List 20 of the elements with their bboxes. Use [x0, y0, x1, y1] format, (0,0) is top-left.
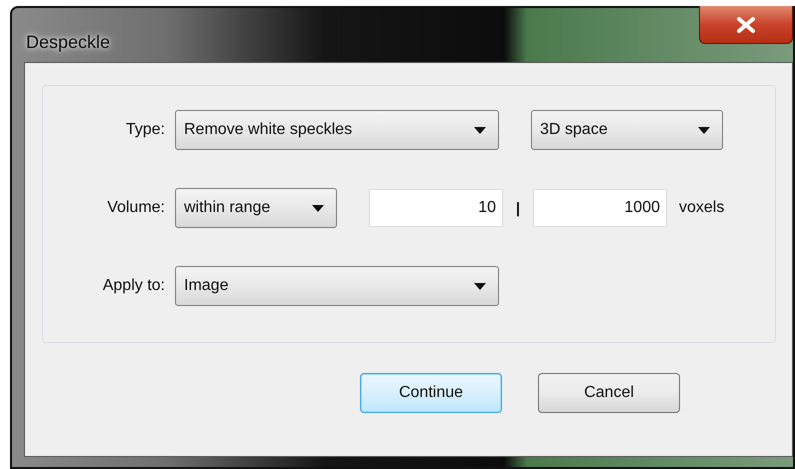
caret-icon — [474, 282, 486, 290]
field-label: Type: — [124, 121, 166, 139]
continue-button[interactable]: Continue — [360, 373, 502, 413]
dropdown[interactable]: Remove white speckles — [175, 110, 499, 150]
window-title: Despeckle — [26, 32, 110, 53]
dropdown[interactable]: 3D space — [531, 110, 723, 150]
caret-icon — [698, 126, 710, 134]
input-field[interactable]: 10 — [369, 189, 503, 227]
close-button[interactable] — [699, 6, 793, 44]
close-icon — [736, 16, 756, 32]
caret-icon — [312, 204, 324, 212]
dropdown[interactable]: within range — [175, 188, 337, 228]
dropdown[interactable]: Image — [175, 266, 499, 306]
unit-label: voxels — [679, 199, 724, 217]
input-field[interactable]: 1000 — [533, 189, 667, 227]
field-label: Volume: — [106, 199, 166, 217]
field-label: Apply to: — [102, 277, 166, 295]
cancel-button[interactable]: Cancel — [538, 373, 680, 413]
caret-icon — [474, 126, 486, 134]
range-separator: | — [514, 200, 522, 216]
